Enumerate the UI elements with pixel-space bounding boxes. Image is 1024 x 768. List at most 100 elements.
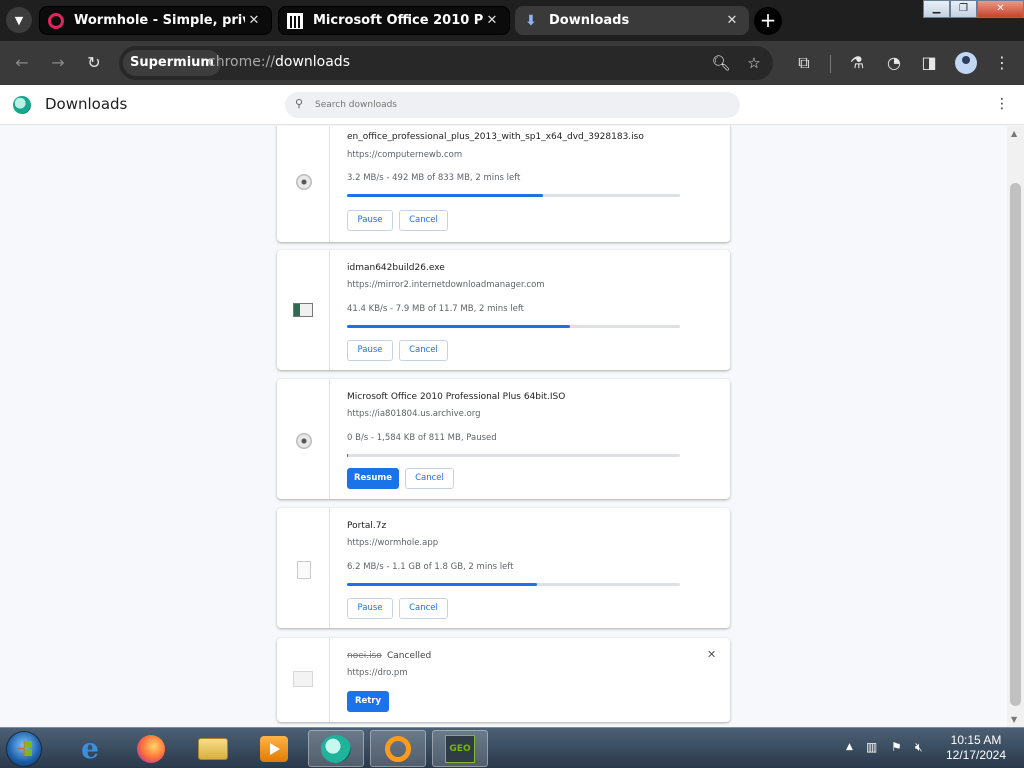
close-tab-icon[interactable]: ✕: [245, 13, 263, 28]
pause-button[interactable]: Pause: [347, 340, 393, 361]
file-explorer-icon[interactable]: [185, 730, 241, 767]
progress-fill: [347, 454, 348, 457]
more-actions-icon[interactable]: ⋮: [994, 96, 1010, 112]
firefox-logo: [137, 734, 165, 763]
retry-button[interactable]: Retry: [347, 691, 389, 712]
new-tab-button[interactable]: +: [754, 7, 782, 35]
progress-fill: [347, 325, 571, 328]
scrollbar-thumb[interactable]: [1010, 183, 1021, 706]
reload-icon[interactable]: ↻: [82, 51, 106, 75]
tab-strip: ▼ Wormhole - Simple, private file sharin…: [0, 0, 1024, 41]
firefox-icon[interactable]: [123, 730, 179, 767]
bookmark-star-icon[interactable]: ☆: [744, 53, 764, 73]
file-name-link[interactable]: Microsoft Office 2010 Professional Plus …: [347, 392, 565, 402]
cancel-button[interactable]: Cancel: [399, 340, 448, 361]
side-panel-icon[interactable]: ◨: [917, 51, 941, 75]
clock-date: 12/17/2024: [945, 748, 1007, 762]
close-tab-icon[interactable]: ✕: [723, 13, 741, 28]
supermium-taskbar-icon[interactable]: [308, 730, 364, 767]
search-input[interactable]: [315, 96, 715, 114]
downloads-progress-icon[interactable]: ◔: [882, 51, 906, 75]
file-icon-column: [277, 126, 330, 242]
tab-wormhole[interactable]: Wormhole - Simple, private file sharing …: [39, 6, 272, 35]
show-hidden-icons-icon[interactable]: ▲: [846, 742, 853, 752]
cancel-button[interactable]: Cancel: [399, 598, 448, 619]
cancel-button[interactable]: Cancel: [399, 210, 448, 231]
search-icon: ⚲: [295, 97, 304, 110]
pause-button[interactable]: Pause: [347, 598, 393, 619]
download-favicon-icon: ⬇: [525, 12, 537, 29]
image-file-icon: [293, 671, 313, 687]
magnifier-logo: [385, 735, 411, 762]
internet-explorer-icon[interactable]: e: [62, 730, 118, 767]
progress-fill: [347, 583, 537, 586]
extensions-icon[interactable]: ⧉: [792, 51, 816, 75]
folder-logo: [198, 737, 228, 760]
tab-title: Wormhole - Simple, private file sharing: [74, 13, 245, 28]
forward-arrow-icon[interactable]: →: [46, 51, 70, 75]
url-text[interactable]: chrome://downloads: [208, 54, 350, 70]
source-url-link[interactable]: https://ia801804.us.archive.org: [347, 409, 481, 419]
pause-button[interactable]: Pause: [347, 210, 393, 231]
site-chip[interactable]: Supermium: [123, 50, 221, 76]
supermium-logo: [321, 734, 351, 763]
action-center-flag-icon[interactable]: ⚑: [891, 740, 902, 754]
search-box[interactable]: ⚲: [285, 92, 740, 118]
minimize-button[interactable]: ▁: [923, 0, 950, 18]
volume-muted-icon[interactable]: 🔇︎: [915, 740, 923, 755]
remove-close-icon[interactable]: ✕: [707, 648, 716, 661]
cancel-button[interactable]: Cancel: [405, 468, 454, 489]
search-app-icon[interactable]: [370, 730, 426, 767]
ie-logo: e: [81, 732, 99, 765]
resume-button[interactable]: Resume: [347, 468, 399, 489]
download-item: noei.iso Cancelled https://dro.pm ✕ Retr…: [277, 638, 730, 722]
file-icon-column: [277, 508, 330, 628]
downloads-list[interactable]: en_office_professional_plus_2013_with_sp…: [0, 126, 1007, 727]
tab-title: Microsoft Office 2010 Professional Plus: [313, 13, 483, 28]
url-scheme: chrome://: [208, 54, 275, 70]
network-icon[interactable]: ▥: [866, 740, 877, 754]
downloads-header: Downloads ⚲ ⋮: [0, 85, 1024, 125]
profile-avatar[interactable]: [955, 52, 977, 74]
wormhole-favicon-icon: [48, 12, 64, 29]
source-url-link[interactable]: https://mirror2.internetdownloadmanager.…: [347, 280, 545, 290]
zoom-icon[interactable]: 🔍︎: [711, 53, 731, 73]
labs-flask-icon[interactable]: ⚗: [845, 51, 869, 75]
browser-toolbar: ← → ↻ Supermium chrome://downloads 🔍︎ ☆ …: [0, 41, 1024, 85]
file-name-link[interactable]: idman642build26.exe: [347, 263, 445, 273]
progress-bar: [347, 454, 680, 457]
close-tab-icon[interactable]: ✕: [483, 13, 501, 28]
nvidia-icon[interactable]: GEO: [432, 730, 488, 767]
media-logo: [260, 735, 288, 762]
chevron-down-icon: ▼: [14, 13, 24, 27]
address-bar[interactable]: Supermium chrome://downloads 🔍︎ ☆: [119, 46, 773, 80]
source-url-link[interactable]: https://wormhole.app: [347, 538, 438, 548]
scroll-down-arrow-icon[interactable]: ▼: [1011, 715, 1017, 724]
scroll-up-arrow-icon[interactable]: ▲: [1011, 129, 1017, 138]
tab-search-button[interactable]: ▼: [6, 7, 32, 33]
disc-image-icon: [296, 433, 312, 449]
tab-title: Downloads: [549, 13, 630, 28]
source-url-link[interactable]: https://computernewb.com: [347, 150, 462, 160]
system-clock[interactable]: 10:15 AM 12/17/2024: [936, 733, 1016, 763]
nvidia-logo: GEO: [445, 734, 475, 763]
tab-archive[interactable]: Microsoft Office 2010 Professional Plus …: [278, 6, 510, 35]
tab-downloads[interactable]: ⬇ Downloads ✕: [515, 6, 749, 35]
page-scrollbar[interactable]: ▲ ▼: [1007, 126, 1024, 727]
file-name-link[interactable]: Portal.7z: [347, 521, 386, 531]
close-window-button[interactable]: ✕: [977, 0, 1024, 18]
toolbar-separator: [830, 55, 831, 73]
disc-image-icon: [296, 174, 312, 190]
taskbar: e GEO ▲ ▥ ⚑ 🔇︎ 10:15 AM 12/17/2024: [0, 727, 1024, 768]
media-player-icon[interactable]: [246, 730, 302, 767]
back-arrow-icon[interactable]: ←: [10, 51, 34, 75]
download-status: 41.4 KB/s - 7.9 MB of 11.7 MB, 2 mins le…: [347, 304, 525, 314]
source-url-link[interactable]: https://dro.pm: [347, 668, 408, 678]
file-name-link[interactable]: en_office_professional_plus_2013_with_sp…: [347, 132, 644, 142]
start-button[interactable]: [6, 731, 42, 767]
kebab-menu-icon[interactable]: ⋮: [990, 51, 1014, 75]
download-status: 6.2 MB/s - 1.1 GB of 1.8 GB, 2 mins left: [347, 562, 514, 572]
executable-icon: [293, 303, 313, 317]
window-controls: ▁ ❐ ✕: [923, 0, 1024, 18]
maximize-button[interactable]: ❐: [950, 0, 977, 18]
